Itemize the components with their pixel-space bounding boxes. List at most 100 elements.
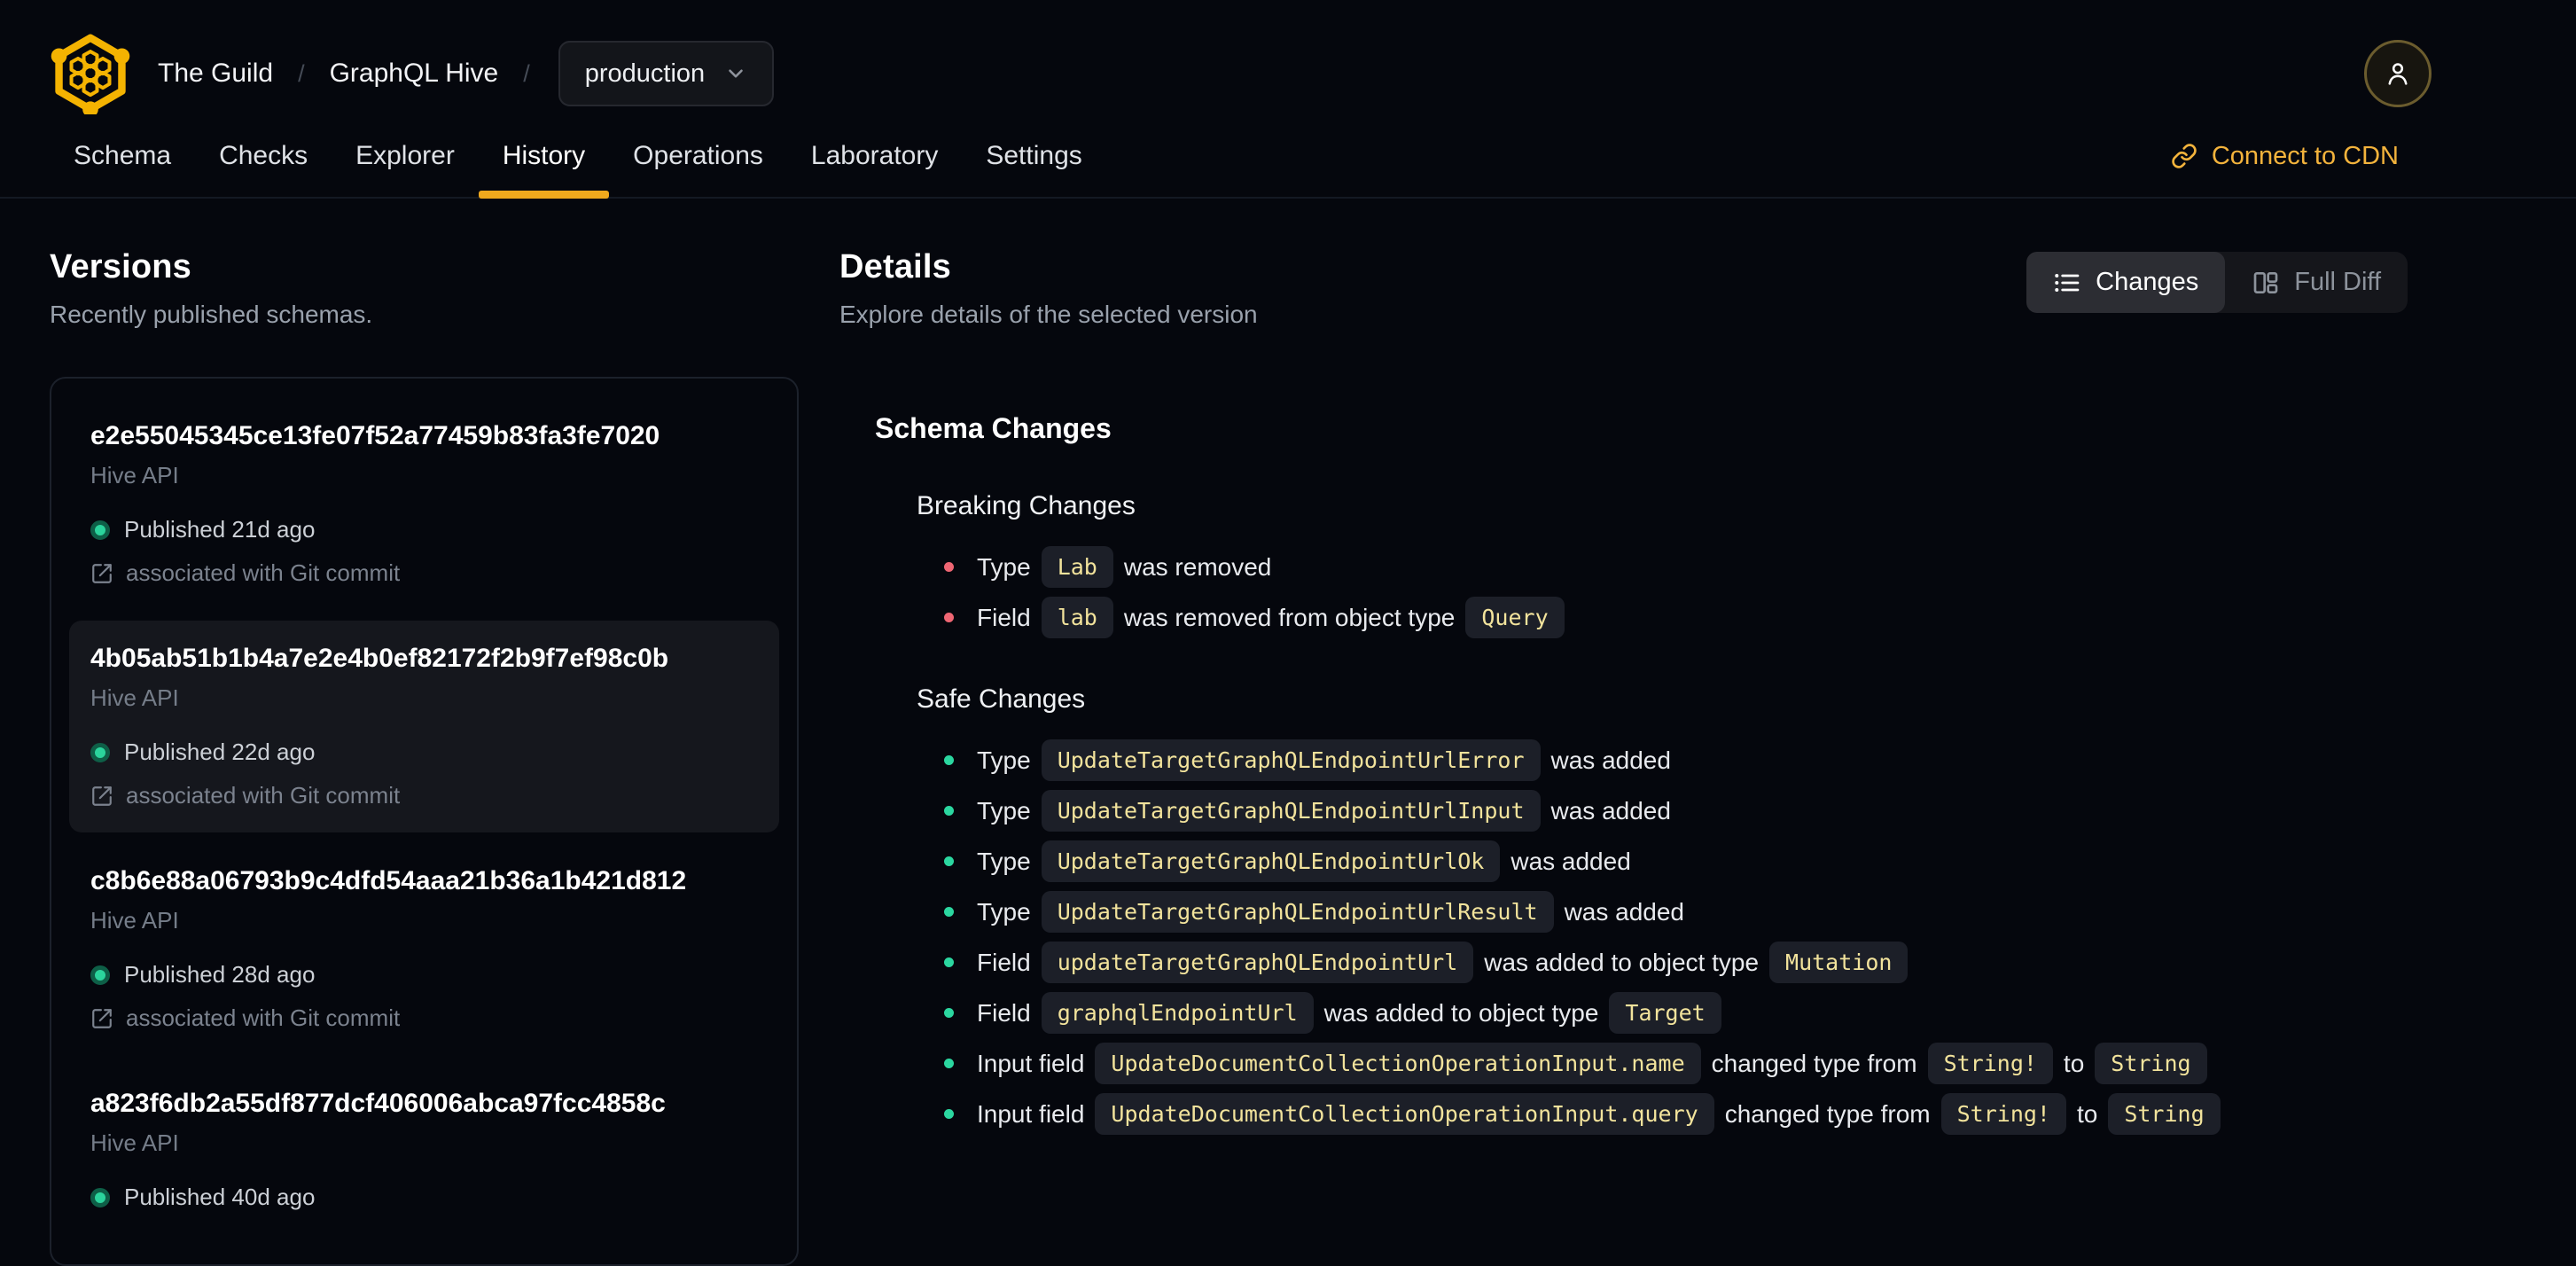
change-text: Input field: [977, 1099, 1085, 1128]
change-text: changed type from: [1711, 1049, 1917, 1077]
change-item: Type UpdateTargetGraphQLEndpointUrlResult…: [944, 891, 2408, 933]
change-text: Input field: [977, 1049, 1085, 1077]
version-published-row: Published 22d ago: [90, 738, 758, 766]
version-card[interactable]: 4b05ab51b1b4a7e2e4b0ef82172f2b9f7ef98c0b…: [69, 621, 779, 832]
bullet-icon: [944, 856, 954, 866]
schema-entity-chip: updateTargetGraphQLEndpointUrl: [1041, 942, 1474, 983]
git-commit-label: associated with Git commit: [126, 559, 401, 586]
bullet-icon: [944, 755, 954, 765]
change-text: was added to object type: [1323, 998, 1599, 1027]
version-card[interactable]: a823f6db2a55df877dcf406006abca97fcc4858c…: [69, 1066, 779, 1234]
change-text: Field: [977, 603, 1031, 631]
breadcrumb: The Guild / GraphQL Hive / production: [158, 41, 775, 106]
version-hash: a823f6db2a55df877dcf406006abca97fcc4858c: [90, 1089, 666, 1118]
schema-entity-chip: UpdateTargetGraphQLEndpointUrlOk: [1041, 840, 1501, 882]
bullet-icon: [944, 562, 954, 572]
schema-entity-chip: Lab: [1041, 546, 1113, 588]
changes-toggle-button[interactable]: Changes: [2026, 252, 2226, 313]
version-service: Hive API: [90, 1129, 179, 1156]
schema-entity-chip: UpdateDocumentCollectionOperationInput.n…: [1095, 1043, 1701, 1084]
view-toggle: Changes Full Diff: [2026, 252, 2408, 313]
change-item: Input field UpdateDocumentCollectionOpera…: [944, 1093, 2408, 1135]
change-text: was added: [1550, 796, 1671, 824]
published-label: Published 22d ago: [124, 738, 316, 765]
details-panel: Details Explore details of the selected …: [839, 248, 2408, 1266]
schema-entity-chip: String: [2095, 1043, 2207, 1084]
changes-toggle-label: Changes: [2096, 268, 2199, 296]
external-link-icon: [92, 785, 112, 806]
safe-changes-list: Type UpdateTargetGraphQLEndpointUrlError w…: [944, 739, 2408, 1135]
change-item: Type UpdateTargetGraphQLEndpointUrlInput w…: [944, 790, 2408, 832]
target-selector[interactable]: production: [558, 41, 775, 106]
git-commit-link[interactable]: associated with Git commit: [90, 782, 758, 809]
bullet-icon: [944, 907, 954, 917]
full-diff-toggle-button[interactable]: Full Diff: [2225, 252, 2408, 313]
user-avatar-button[interactable]: [2364, 40, 2432, 107]
tab-operations[interactable]: Operations: [609, 115, 787, 197]
hive-logo-icon[interactable]: [50, 33, 131, 114]
tab-schema[interactable]: Schema: [50, 115, 195, 197]
published-status-dot-icon: [90, 520, 110, 540]
published-status-dot-icon: [90, 1187, 110, 1207]
version-published-row: Published 28d ago: [90, 961, 758, 989]
change-item: Type UpdateTargetGraphQLEndpointUrlOk was …: [944, 840, 2408, 882]
versions-subtitle: Recently published schemas.: [50, 301, 373, 328]
details-heading-block: Details Explore details of the selected …: [839, 248, 1258, 329]
link-icon: [2172, 144, 2197, 168]
change-item: Type Lab was removed: [944, 546, 2408, 588]
version-card[interactable]: c8b6e88a06793b9c4dfd54aaa21b36a1b421d812…: [69, 843, 779, 1055]
brand-row: The Guild / GraphQL Hive / production: [50, 33, 775, 114]
change-text: Type: [977, 552, 1031, 581]
version-hash: 4b05ab51b1b4a7e2e4b0ef82172f2b9f7ef98c0b: [90, 644, 669, 673]
bullet-icon: [944, 1008, 954, 1018]
change-text: to: [2076, 1099, 2098, 1128]
bullet-icon: [944, 1059, 954, 1068]
published-label: Published 21d ago: [124, 516, 316, 543]
chevron-down-icon: [729, 69, 743, 78]
change-text: was removed from object type: [1123, 603, 1456, 631]
version-card[interactable]: e2e55045345ce13fe07f52a77459b83fa3fe7020…: [69, 398, 779, 610]
schema-entity-chip: UpdateTargetGraphQLEndpointUrlInput: [1041, 790, 1541, 832]
change-text: was added to object type: [1484, 948, 1760, 976]
change-text: was added: [1564, 897, 1684, 926]
schema-entity-chip: UpdateTargetGraphQLEndpointUrlResult: [1041, 891, 1554, 933]
connect-to-cdn-link[interactable]: Connect to CDN: [2171, 142, 2399, 171]
change-item: Field updateTargetGraphQLEndpointUrl was a…: [944, 942, 2408, 983]
safe-changes-title: Safe Changes: [917, 684, 1086, 714]
versions-title: Versions: [50, 248, 192, 285]
schema-entity-chip: Target: [1609, 992, 1721, 1034]
change-text: Field: [977, 948, 1031, 976]
change-item: Input field UpdateDocumentCollectionOpera…: [944, 1043, 2408, 1084]
version-published-row: Published 21d ago: [90, 516, 758, 543]
schema-entity-chip: UpdateDocumentCollectionOperationInput.q…: [1095, 1093, 1714, 1135]
bullet-icon: [944, 1109, 954, 1119]
bullet-icon: [944, 613, 954, 622]
tab-settings[interactable]: Settings: [962, 115, 1105, 197]
change-text: Field: [977, 998, 1031, 1027]
bullet-icon: [944, 957, 954, 967]
connect-to-cdn-label: Connect to CDN: [2211, 141, 2399, 170]
details-subtitle: Explore details of the selected version: [839, 301, 1258, 328]
list-icon: [2055, 273, 2080, 292]
schema-entity-chip: UpdateTargetGraphQLEndpointUrlError: [1041, 739, 1541, 781]
tab-history[interactable]: History: [478, 115, 610, 199]
git-commit-link[interactable]: associated with Git commit: [90, 559, 758, 587]
schema-entity-chip: String!: [1927, 1043, 2053, 1084]
bullet-icon: [944, 806, 954, 816]
tab-explorer[interactable]: Explorer: [332, 115, 479, 197]
published-label: Published 40d ago: [124, 1184, 316, 1210]
git-commit-link[interactable]: associated with Git commit: [90, 1004, 758, 1032]
change-text: was added: [1550, 746, 1671, 774]
published-status-dot-icon: [90, 965, 110, 985]
published-status-dot-icon: [90, 742, 110, 762]
breadcrumb-project[interactable]: GraphQL Hive: [330, 59, 499, 89]
git-commit-label: associated with Git commit: [126, 1004, 401, 1031]
change-text: Type: [977, 897, 1031, 926]
breadcrumb-org[interactable]: The Guild: [158, 59, 273, 89]
tab-laboratory[interactable]: Laboratory: [787, 115, 962, 197]
tab-checks[interactable]: Checks: [195, 115, 332, 197]
schema-entity-chip: graphqlEndpointUrl: [1041, 992, 1314, 1034]
breaking-changes-title: Breaking Changes: [917, 491, 1136, 520]
details-title: Details: [839, 248, 952, 285]
breaking-changes-list: Type Lab was removed Field lab was removed fr…: [944, 546, 2408, 638]
